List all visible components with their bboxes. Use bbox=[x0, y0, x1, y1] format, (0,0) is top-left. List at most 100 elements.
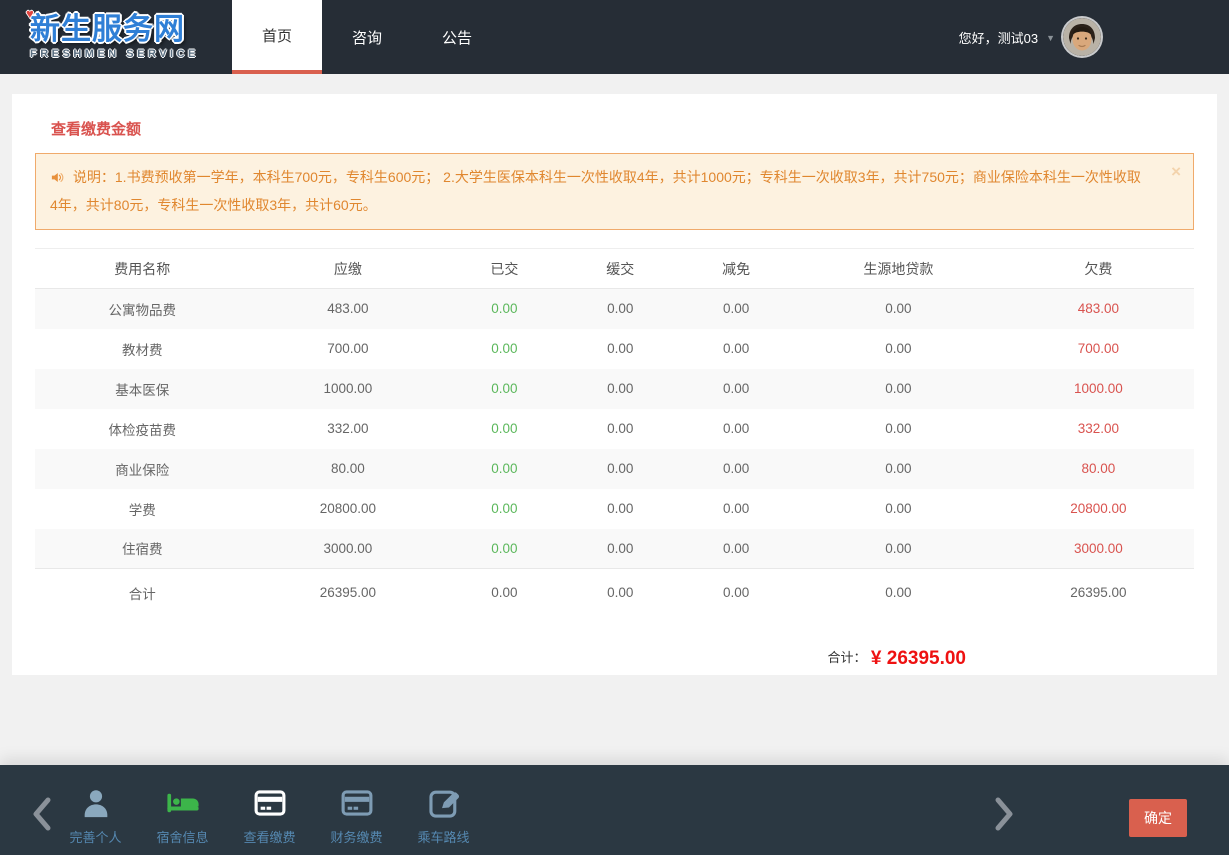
grand-total: 合计： ¥ 26395.00 bbox=[35, 647, 1194, 670]
nav-label: 宿舍信息 bbox=[156, 827, 208, 846]
table-cell: 26395.00 bbox=[1003, 569, 1194, 617]
nav-finance-payment[interactable]: 财务缴费 bbox=[313, 783, 400, 846]
table-cell: 0.00 bbox=[562, 529, 678, 569]
total-row: 合计26395.000.000.000.000.0026395.00 bbox=[35, 569, 1194, 617]
table-cell: 1000.00 bbox=[1003, 369, 1194, 409]
chevron-right-icon[interactable] bbox=[990, 794, 1018, 839]
table-cell: 80.00 bbox=[249, 449, 446, 489]
table-cell: 体检疫苗费 bbox=[35, 409, 249, 449]
table-cell: 700.00 bbox=[1003, 329, 1194, 369]
payment-card: 查看缴费金额 说明：1.书费预收第一学年，本科生700元，专科生600元； 2.… bbox=[12, 94, 1217, 675]
user-avatar[interactable] bbox=[1063, 18, 1101, 56]
table-cell: 0.00 bbox=[794, 329, 1003, 369]
user-menu[interactable]: 您好，测试03 ▼ bbox=[959, 0, 1101, 74]
table-cell: 0.00 bbox=[794, 369, 1003, 409]
table-header-row: 费用名称应缴已交缓交减免生源地贷款欠费 bbox=[35, 249, 1194, 289]
nav-profile[interactable]: 完善个人 bbox=[52, 783, 139, 846]
notice-text: 说明：1.书费预收第一学年，本科生700元，专科生600元； 2.大学生医保本科… bbox=[50, 169, 1141, 213]
credit-card-icon bbox=[339, 783, 375, 823]
table-cell: 483.00 bbox=[1003, 289, 1194, 329]
user-greeting: 您好，测试03 bbox=[959, 28, 1038, 47]
table-cell: 0.00 bbox=[794, 409, 1003, 449]
table-cell: 0.00 bbox=[678, 529, 794, 569]
table-cell: 0.00 bbox=[446, 369, 562, 409]
table-cell: 0.00 bbox=[794, 489, 1003, 529]
table-cell: 0.00 bbox=[562, 409, 678, 449]
table-cell: 20800.00 bbox=[249, 489, 446, 529]
close-icon[interactable]: × bbox=[1171, 163, 1181, 180]
column-header: 已交 bbox=[446, 249, 562, 289]
footer-nav: 完善个人宿舍信息查看缴费财务缴费 乘车路线 bbox=[52, 783, 487, 846]
bed-icon bbox=[164, 783, 202, 823]
table-cell: 0.00 bbox=[794, 529, 1003, 569]
table-cell: 0.00 bbox=[446, 489, 562, 529]
table-cell: 0.00 bbox=[794, 449, 1003, 489]
table-cell: 3000.00 bbox=[249, 529, 446, 569]
tab-consult[interactable]: 咨询 bbox=[322, 0, 412, 74]
table-cell: 3000.00 bbox=[1003, 529, 1194, 569]
table-cell: 332.00 bbox=[1003, 409, 1194, 449]
table-body: 公寓物品费483.000.000.000.000.00483.00教材费700.… bbox=[35, 289, 1194, 617]
table-cell: 0.00 bbox=[678, 449, 794, 489]
table-cell: 332.00 bbox=[249, 409, 446, 449]
table-cell: 0.00 bbox=[562, 329, 678, 369]
header-tabs: 首页咨询公告 bbox=[232, 0, 502, 74]
table-cell: 26395.00 bbox=[249, 569, 446, 617]
table-cell: 商业保险 bbox=[35, 449, 249, 489]
table-cell: 0.00 bbox=[678, 569, 794, 617]
table-row: 教材费700.000.000.000.000.00700.00 bbox=[35, 329, 1194, 369]
table-cell: 700.00 bbox=[249, 329, 446, 369]
table-cell: 0.00 bbox=[678, 289, 794, 329]
table-cell: 0.00 bbox=[794, 289, 1003, 329]
logo-title: 新生服务网 bbox=[30, 15, 232, 45]
table-cell: 483.00 bbox=[249, 289, 446, 329]
table-cell: 0.00 bbox=[562, 569, 678, 617]
table-row: 商业保险80.000.000.000.000.0080.00 bbox=[35, 449, 1194, 489]
chevron-down-icon: ▼ bbox=[1046, 33, 1055, 43]
notice-banner: 说明：1.书费预收第一学年，本科生700元，专科生600元； 2.大学生医保本科… bbox=[35, 153, 1194, 230]
table-row: 基本医保1000.000.000.000.000.001000.00 bbox=[35, 369, 1194, 409]
table-cell: 0.00 bbox=[562, 489, 678, 529]
user-icon bbox=[79, 783, 113, 823]
column-header: 应缴 bbox=[249, 249, 446, 289]
table-cell: 0.00 bbox=[562, 369, 678, 409]
table-cell: 0.00 bbox=[794, 569, 1003, 617]
credit-card-icon bbox=[252, 783, 288, 823]
nav-label: 乘车路线 bbox=[417, 827, 469, 846]
column-header: 欠费 bbox=[1003, 249, 1194, 289]
tab-notice[interactable]: 公告 bbox=[412, 0, 502, 74]
table-cell: 80.00 bbox=[1003, 449, 1194, 489]
logo-subtitle: FRESHMEN SERVICE bbox=[30, 48, 232, 60]
table-cell: 0.00 bbox=[678, 369, 794, 409]
nav-bus-route[interactable]: 乘车路线 bbox=[400, 783, 487, 846]
column-header: 费用名称 bbox=[35, 249, 249, 289]
table-cell: 0.00 bbox=[678, 489, 794, 529]
nav-dorm-info[interactable]: 宿舍信息 bbox=[139, 783, 226, 846]
table-cell: 0.00 bbox=[446, 289, 562, 329]
grand-total-amount: ¥ 26395.00 bbox=[871, 648, 966, 669]
table-cell: 0.00 bbox=[446, 409, 562, 449]
table-cell: 住宿费 bbox=[35, 529, 249, 569]
table-cell: 学费 bbox=[35, 489, 249, 529]
grand-total-label: 合计： bbox=[827, 650, 866, 665]
confirm-button[interactable]: 确定 bbox=[1129, 799, 1187, 837]
page-title: 查看缴费金额 bbox=[35, 118, 1194, 139]
table-cell: 0.00 bbox=[446, 529, 562, 569]
column-header: 生源地贷款 bbox=[794, 249, 1003, 289]
fees-table: 费用名称应缴已交缓交减免生源地贷款欠费 公寓物品费483.000.000.000… bbox=[35, 248, 1194, 617]
edit-square-icon bbox=[427, 783, 461, 823]
table-cell: 20800.00 bbox=[1003, 489, 1194, 529]
table-row: 学费20800.000.000.000.000.0020800.00 bbox=[35, 489, 1194, 529]
app-logo[interactable]: ♥ 新生服务网 FRESHMEN SERVICE bbox=[0, 0, 232, 74]
table-cell: 0.00 bbox=[446, 329, 562, 369]
tab-home[interactable]: 首页 bbox=[232, 0, 322, 74]
heart-icon: ♥ bbox=[26, 6, 34, 21]
table-cell: 基本医保 bbox=[35, 369, 249, 409]
table-cell: 1000.00 bbox=[249, 369, 446, 409]
table-cell: 合计 bbox=[35, 569, 249, 617]
table-cell: 0.00 bbox=[446, 569, 562, 617]
nav-view-payment[interactable]: 查看缴费 bbox=[226, 783, 313, 846]
table-cell: 0.00 bbox=[562, 289, 678, 329]
nav-label: 财务缴费 bbox=[330, 827, 382, 846]
table-row: 体检疫苗费332.000.000.000.000.00332.00 bbox=[35, 409, 1194, 449]
